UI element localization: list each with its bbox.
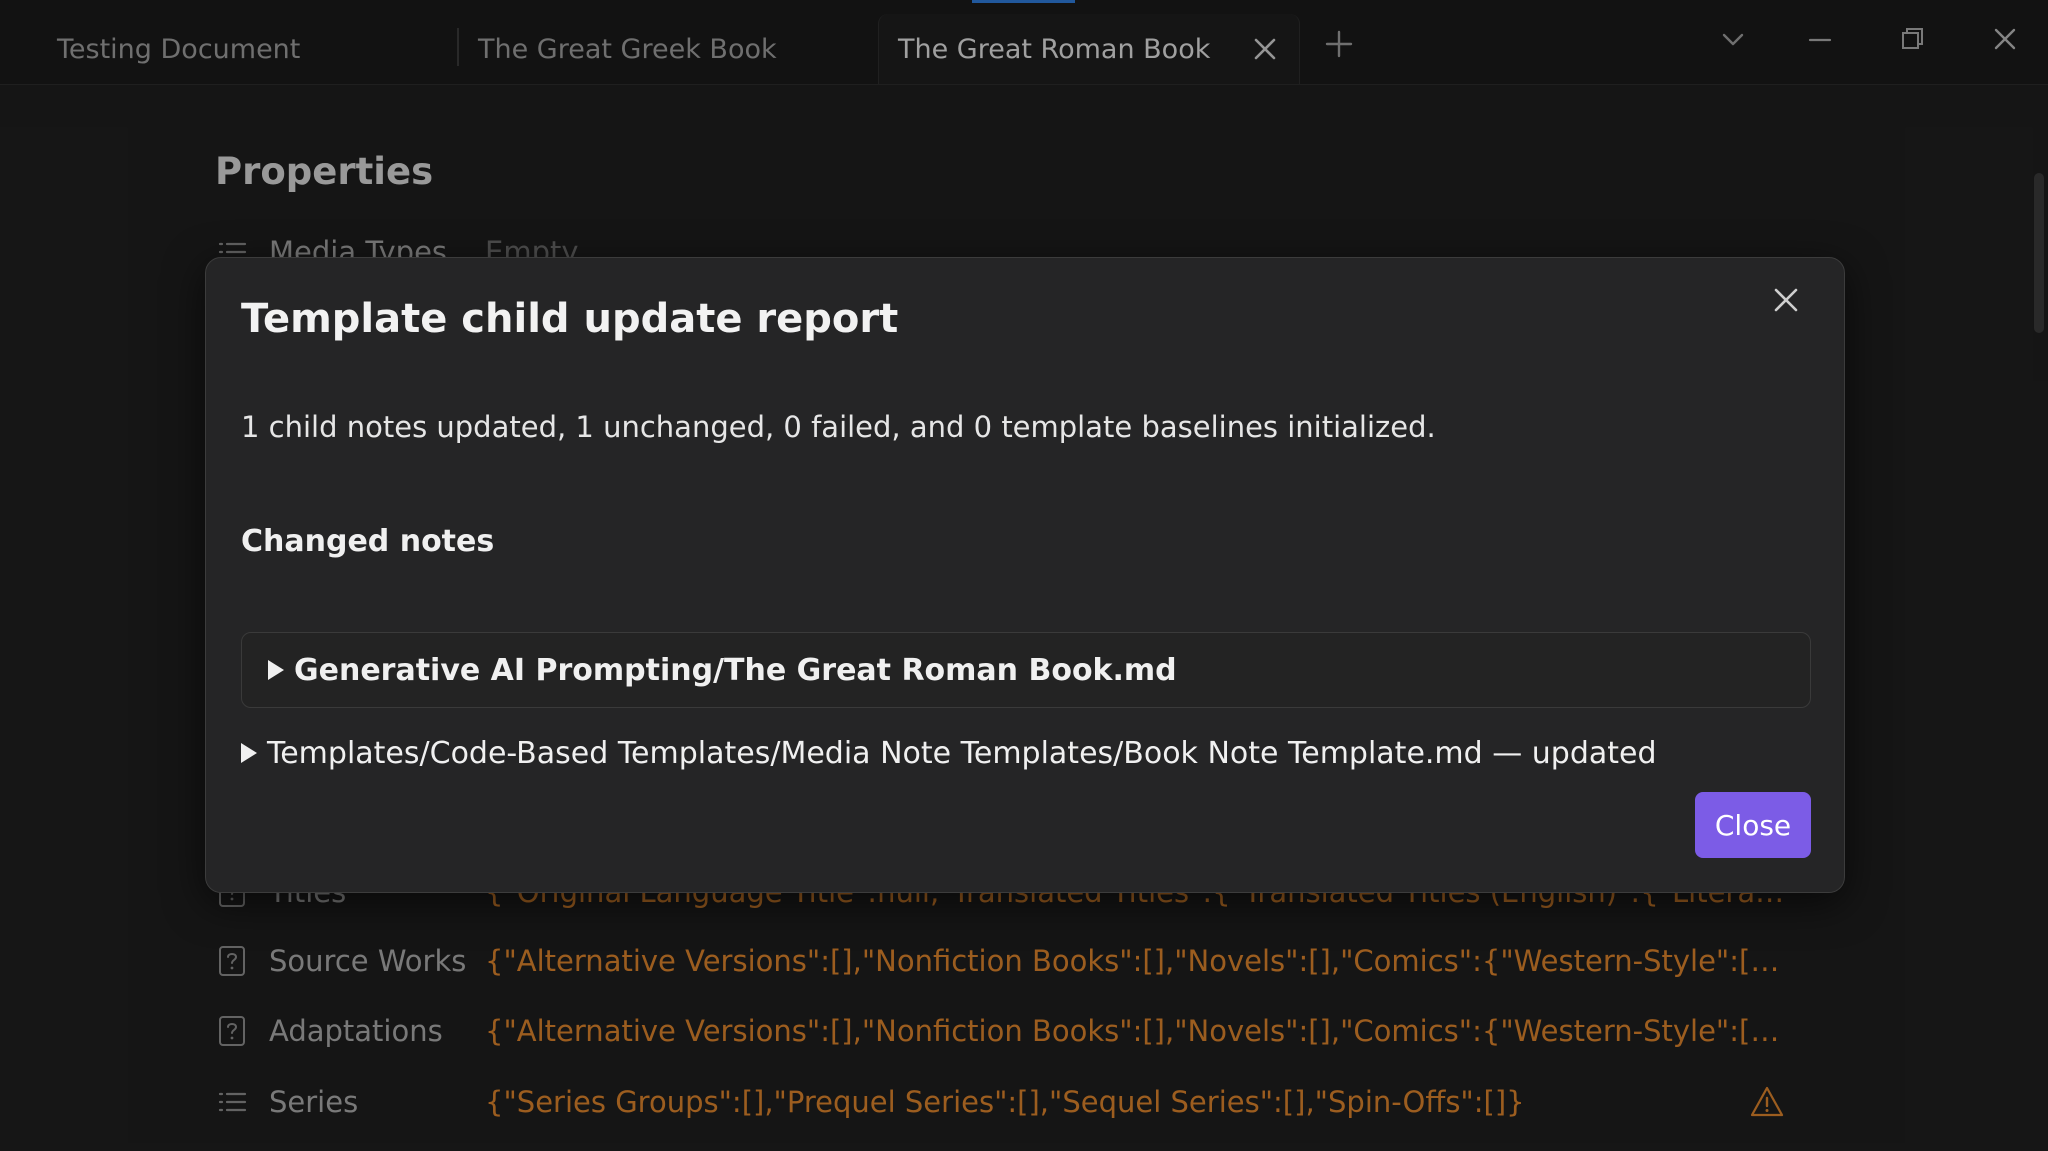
changed-note-label: Templates/Code-Based Templates/Media Not… xyxy=(267,735,1657,771)
disclosure-triangle-icon xyxy=(268,660,284,680)
update-summary: 1 child notes updated, 1 unchanged, 0 fa… xyxy=(241,410,1436,444)
template-update-report-dialog: Template child update report 1 child not… xyxy=(205,257,1845,893)
disclosure-triangle-icon xyxy=(241,743,257,763)
changed-note-label: Generative AI Prompting/The Great Roman … xyxy=(294,652,1177,688)
changed-note-item[interactable]: Generative AI Prompting/The Great Roman … xyxy=(241,632,1811,708)
changed-notes-heading: Changed notes xyxy=(241,524,495,559)
close-button[interactable]: Close xyxy=(1695,792,1811,858)
close-icon[interactable] xyxy=(1768,282,1804,318)
dialog-title: Template child update report xyxy=(241,296,899,342)
changed-note-item[interactable]: Templates/Code-Based Templates/Media Not… xyxy=(241,728,1657,778)
